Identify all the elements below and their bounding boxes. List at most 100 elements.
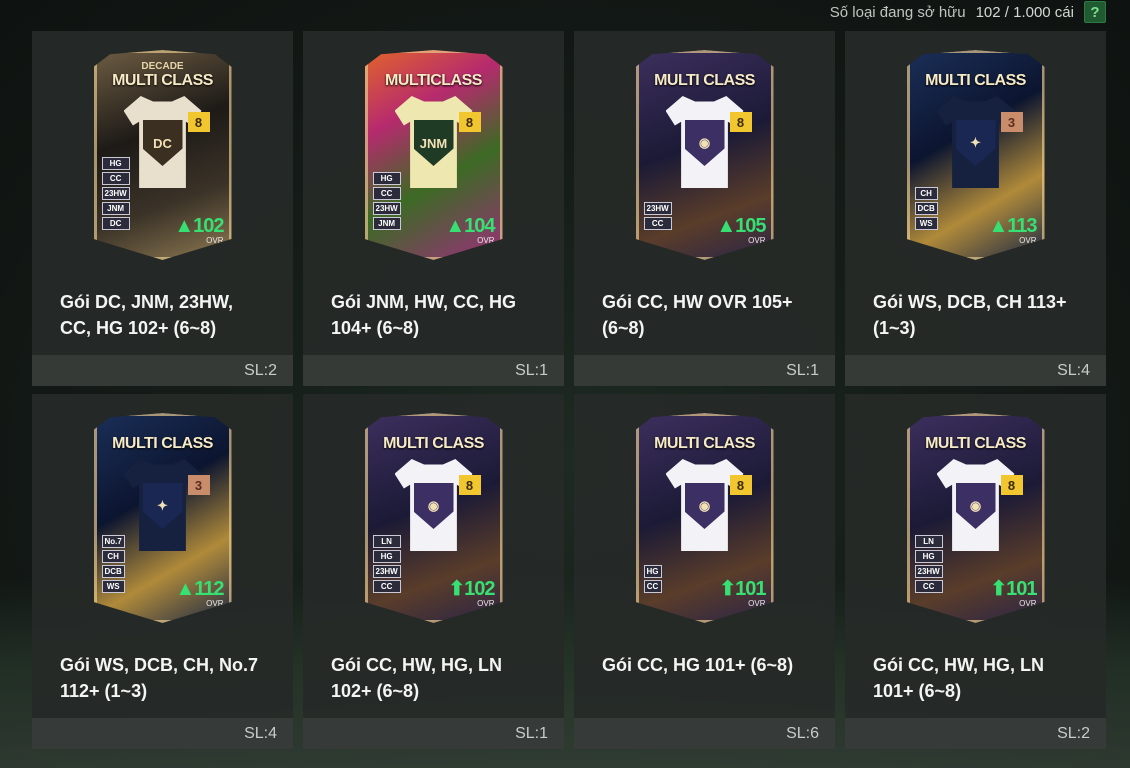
ovr-label: OVR (206, 599, 224, 608)
pack-title: Gói WS, DCB, CH 113+ (1~3) (873, 292, 1067, 338)
season-tag: CC (643, 580, 662, 593)
season-tag: JNM (372, 217, 401, 230)
season-tag: 23HW (372, 202, 401, 215)
pack-quantity: SL:6 (574, 718, 835, 749)
pack-item[interactable]: MULTICLASS JNM 8 HG CC 23HW JNM ▲104 OVR Gó… (303, 31, 564, 386)
season-tag: CC (914, 580, 943, 593)
pack-art: MULTI CLASS ◉ 8 LN HG 23HW CC ⬆102 OVR (303, 394, 564, 642)
season-tag-list: HG CC 23HW JNM DC (101, 157, 130, 230)
pack-title: Gói JNM, HW, CC, HG 104+ (6~8) (331, 292, 517, 338)
pack-quantity: SL:4 (845, 355, 1106, 386)
pack-quantity: SL:1 (574, 355, 835, 386)
ovr-block: ▲102 OVR (174, 215, 224, 245)
pack-item[interactable]: MULTI CLASS ◉ 8 LN HG 23HW CC ⬆101 OVR Gói … (845, 394, 1106, 749)
pack-item[interactable]: MULTI CLASS ✦ 3 CH DCB WS ▲113 OVR Gói WS,… (845, 31, 1106, 386)
card-class-label: MULTI CLASS (925, 72, 1026, 89)
pack-art: MULTICLASS JNM 8 HG CC 23HW JNM ▲104 OVR (303, 31, 564, 279)
pack-title: Gói CC, HW, HG, LN 101+ (6~8) (873, 655, 1044, 701)
season-tag-list: No.7 CH DCB WS (101, 535, 125, 593)
grade-badge: 8 (1000, 475, 1023, 495)
pack-art: MULTI CLASS ✦ 3 CH DCB WS ▲113 OVR (845, 31, 1106, 279)
season-tag: CC (643, 217, 672, 230)
ovr-block: ▲105 OVR (716, 215, 766, 245)
grade-badge: 8 (187, 112, 210, 132)
season-tag: WS (101, 580, 125, 593)
grade-badge: 8 (729, 112, 752, 132)
season-tag: LN (372, 535, 401, 548)
ovr-value: ▲112 (175, 578, 224, 600)
ovr-block: ▲112 OVR (175, 578, 224, 608)
ovr-value: ⬆101 (990, 578, 1037, 600)
season-tag: No.7 (101, 535, 125, 548)
pack-item[interactable]: MULTI CLASS ◉ 8 LN HG 23HW CC ⬆102 OVR Gói … (303, 394, 564, 749)
season-tag: HG (643, 565, 662, 578)
ovr-label: OVR (748, 599, 766, 608)
ovr-value: ▲113 (988, 215, 1037, 237)
card-class-label: MULTI CLASS (383, 435, 484, 452)
season-tag-list: CH DCB WS (914, 187, 938, 230)
grade-badge: 3 (187, 475, 210, 495)
pack-quantity: SL:2 (32, 355, 293, 386)
pack-item[interactable]: MULTI CLASS ◉ 8 HG CC ⬆101 OVR Gói CC, HG… (574, 394, 835, 749)
season-tag-list: 23HW CC (643, 202, 672, 230)
pack-item[interactable]: MULTI CLASS ✦ 3 No.7 CH DCB WS ▲112 OVR Gói… (32, 394, 293, 749)
season-tag-list: LN HG 23HW CC (372, 535, 401, 593)
season-tag: HG (372, 172, 401, 185)
season-tag: 23HW (372, 565, 401, 578)
pack-grid: DECADE MULTI CLASS DC 8 HG CC 23HW JNM DC ▲1… (32, 31, 1106, 749)
pack-art: MULTI CLASS ◉ 8 23HW CC ▲105 OVR (574, 31, 835, 279)
grade-badge: 8 (729, 475, 752, 495)
ovr-value: ▲104 (445, 215, 495, 237)
pack-card-image: DECADE MULTI CLASS DC 8 HG CC 23HW JNM DC ▲1… (93, 50, 232, 260)
ovr-label: OVR (206, 236, 224, 245)
pack-item[interactable]: MULTI CLASS ◉ 8 23HW CC ▲105 OVR Gói CC, … (574, 31, 835, 386)
card-class-label: MULTI CLASS (112, 72, 213, 89)
season-tag: DCB (914, 202, 938, 215)
ovr-value: ▲105 (716, 215, 766, 237)
ovr-block: ⬆101 OVR (719, 578, 766, 608)
season-tag: CC (372, 580, 401, 593)
pack-card-image: MULTI CLASS ◉ 8 HG CC ⬆101 OVR (635, 413, 774, 623)
card-class-label: MULTI CLASS (925, 435, 1026, 452)
ovr-block: ⬆101 OVR (990, 578, 1037, 608)
pack-quantity: SL:2 (845, 718, 1106, 749)
season-tag-list: HG CC (643, 565, 662, 593)
owned-count: 102 / 1.000 cái (975, 3, 1074, 21)
season-tag: WS (914, 217, 938, 230)
season-tag: 23HW (643, 202, 672, 215)
season-tag: 23HW (914, 565, 943, 578)
season-tag: CC (372, 187, 401, 200)
season-tag: CH (914, 187, 938, 200)
card-class-label: MULTI CLASS (654, 72, 755, 89)
card-class-label: MULTI CLASS (654, 435, 755, 452)
help-button[interactable]: ? (1084, 1, 1106, 23)
season-tag: HG (101, 157, 130, 170)
pack-title: Gói CC, HG 101+ (6~8) (602, 655, 794, 675)
pack-art: DECADE MULTI CLASS DC 8 HG CC 23HW JNM DC ▲1… (32, 31, 293, 279)
ovr-label: OVR (477, 599, 495, 608)
pack-title: Gói CC, HW, HG, LN 102+ (6~8) (331, 655, 502, 701)
pack-card-image: MULTI CLASS ✦ 3 No.7 CH DCB WS ▲112 OVR (93, 413, 232, 623)
pack-card-image: MULTI CLASS ✦ 3 CH DCB WS ▲113 OVR (906, 50, 1045, 260)
card-class-label: MULTICLASS (385, 72, 482, 89)
ovr-value: ⬆101 (719, 578, 766, 600)
season-tag: LN (914, 535, 943, 548)
season-tag: CC (101, 172, 130, 185)
pack-quantity: SL:1 (303, 355, 564, 386)
grade-badge: 8 (458, 475, 481, 495)
owned-counter-bar: Số loại đang sở hữu 102 / 1.000 cái ? (830, 0, 1106, 24)
pack-item[interactable]: DECADE MULTI CLASS DC 8 HG CC 23HW JNM DC ▲1… (32, 31, 293, 386)
pack-card-image: MULTICLASS JNM 8 HG CC 23HW JNM ▲104 OVR (364, 50, 503, 260)
owned-label: Số loại đang sở hữu (829, 3, 966, 21)
pack-quantity: SL:1 (303, 718, 564, 749)
season-tag: DCB (101, 565, 125, 578)
ovr-label: OVR (477, 236, 495, 245)
pack-quantity: SL:4 (32, 718, 293, 749)
pack-title: Gói DC, JNM, 23HW, CC, HG 102+ (6~8) (60, 292, 234, 338)
ovr-block: ▲113 OVR (988, 215, 1037, 245)
season-tag: JNM (101, 202, 130, 215)
season-tag: DC (101, 217, 130, 230)
ovr-value: ▲102 (174, 215, 224, 237)
ovr-label: OVR (748, 236, 766, 245)
season-tag: 23HW (101, 187, 130, 200)
